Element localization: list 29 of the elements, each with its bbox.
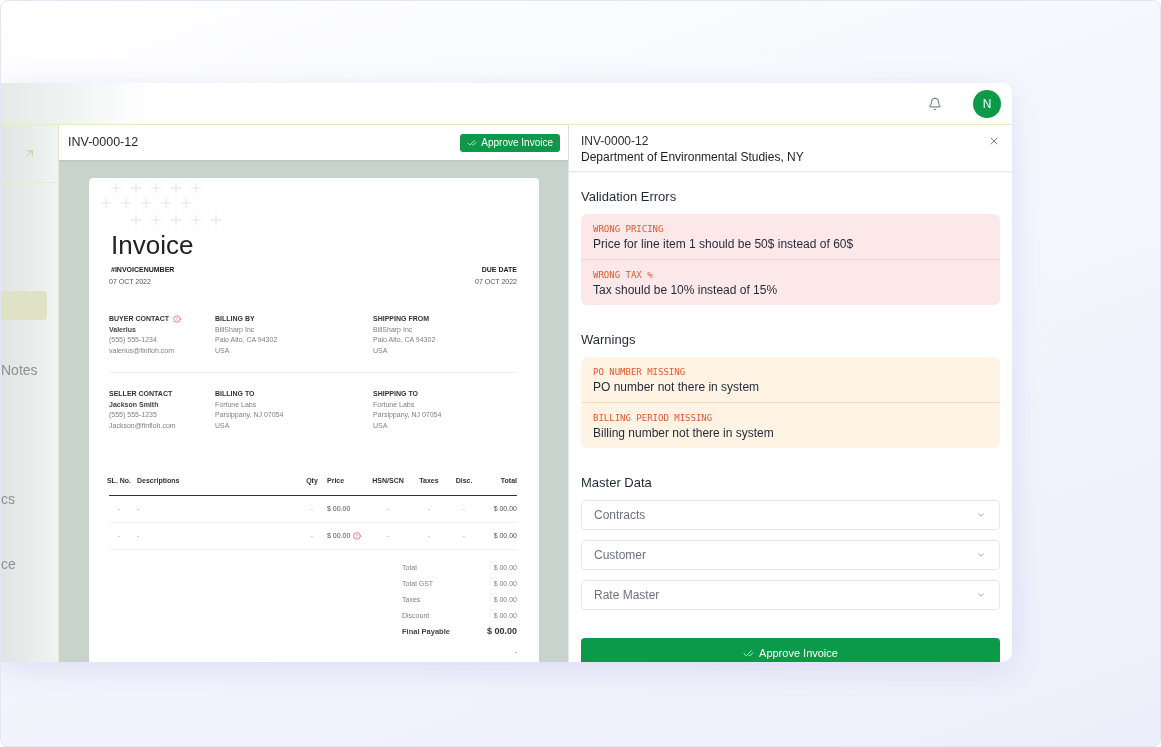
- issue-code: WRONG PRICING: [593, 223, 664, 236]
- invoice-title: INV-0000-12: [68, 134, 139, 152]
- sidebar-item[interactable]: ce: [1, 550, 16, 579]
- total-value: $ 00.00: [486, 625, 517, 639]
- master-data-dropdown[interactable]: Contracts: [581, 500, 1000, 530]
- issue-message: Tax should be 10% instead of 15%: [593, 282, 778, 298]
- issue-message: PO number not there in system: [593, 379, 760, 395]
- sidebar-item[interactable]: cs: [1, 485, 15, 514]
- close-icon[interactable]: [988, 135, 1000, 147]
- section-title: Warnings: [581, 332, 636, 348]
- issue-code: WRONG TAX %: [593, 269, 653, 282]
- issue-message: Price for line item 1 should be 50$ instead of 60$: [593, 236, 854, 252]
- double-check-icon: [743, 648, 755, 659]
- issue-code: BILLING PERIOD MISSING: [593, 412, 713, 425]
- approve-invoice-button[interactable]: Approve Invoice: [460, 133, 560, 152]
- department-name: Department of Environmental Studies, NY: [581, 149, 804, 165]
- double-check-icon: [467, 137, 478, 148]
- master-data-dropdown[interactable]: Rate Master: [581, 580, 1000, 610]
- invoice-number: INV-0000-12: [581, 133, 649, 149]
- section-title: Validation Errors: [581, 189, 677, 205]
- issue-code: PO NUMBER MISSING: [593, 366, 686, 379]
- invoice-heading: Invoice: [111, 230, 194, 260]
- notification-bell-icon[interactable]: [928, 96, 942, 111]
- sidebar-item[interactable]: Notes: [1, 356, 38, 385]
- section-title: Master Data: [581, 475, 652, 491]
- issue-message: Billing number not there in system: [593, 425, 774, 441]
- user-avatar[interactable]: N: [973, 89, 1001, 118]
- master-data-dropdown[interactable]: Customer: [581, 540, 1000, 570]
- approve-invoice-button[interactable]: Approve Invoice: [581, 638, 1000, 662]
